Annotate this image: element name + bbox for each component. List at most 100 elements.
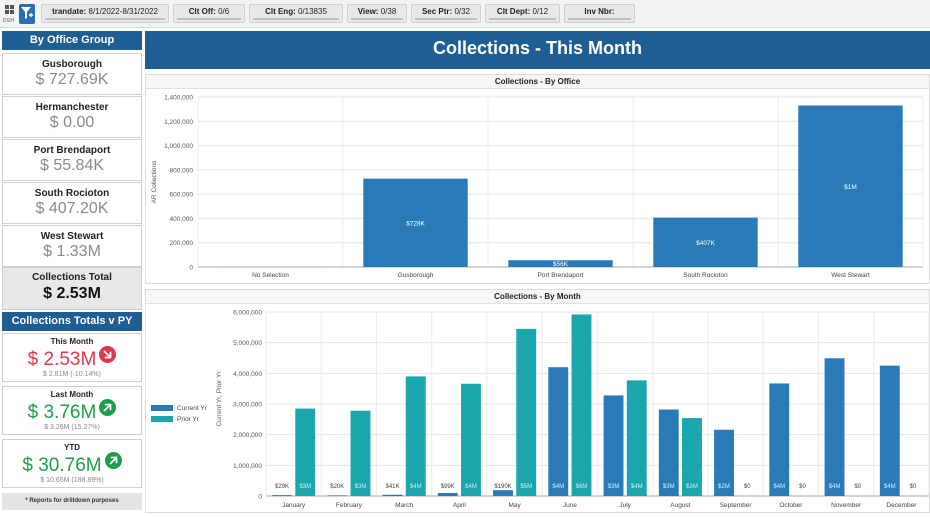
bar-data-label: $29K — [275, 484, 289, 490]
filter-chip-trandate[interactable]: trandate: 8/1/2022-8/31/2022 — [41, 4, 169, 23]
filter-chip-clt-eng[interactable]: Clt Eng: 0/13835 — [249, 4, 343, 23]
month-bar[interactable] — [824, 358, 845, 496]
office-card-south-rocioton[interactable]: South Rocioton $ 407.20K — [2, 182, 142, 224]
office-value: $ 727.69K — [35, 71, 109, 88]
office-name: West Stewart — [40, 231, 104, 242]
month-bar[interactable] — [382, 494, 403, 496]
month-bar[interactable] — [272, 495, 292, 496]
bar-data-label: $41K — [386, 484, 400, 490]
period-value: $ 30.76M — [22, 455, 102, 476]
filter-value: 0/38 — [380, 7, 397, 16]
filter-chip-clt-dept[interactable]: Clt Dept: 0/12 — [485, 4, 560, 23]
office-card-west-stewart[interactable]: West Stewart $ 1.33M — [2, 225, 142, 267]
drilldown-note: * Reports for drilldown purposes — [2, 493, 142, 510]
y-tick-label: 0 — [258, 494, 262, 501]
office-card-hermanchester[interactable]: Hermanchester $ 0.00 — [2, 96, 142, 138]
month-bar[interactable] — [548, 367, 569, 496]
y-tick-label: 0 — [189, 265, 193, 272]
bar-data-label: $4M — [465, 484, 477, 490]
filter-value: 0/13835 — [297, 7, 327, 16]
filter-label: Inv Nbr: — [584, 7, 615, 16]
office-bar[interactable] — [218, 266, 323, 267]
y-tick-label: 4,000,000 — [233, 371, 262, 378]
bar-data-label: $0 — [910, 484, 917, 490]
bar-data-label: $4M — [829, 484, 841, 490]
filter-value: 0/32 — [454, 7, 471, 16]
bar-data-label: $56K — [553, 261, 569, 268]
legend-swatch — [151, 416, 173, 422]
month-bar[interactable] — [493, 490, 513, 496]
x-tick-label: January — [282, 502, 306, 509]
totals-vs-py-header: Collections Totals v PY — [2, 312, 142, 331]
y-tick-label: 1,000,000 — [233, 463, 262, 470]
x-tick-label: Port Brendaport — [538, 272, 584, 279]
period-card-this-month[interactable]: This Month $ 2.53M $ 2.81M (-10.14%) — [2, 333, 142, 382]
period-card-ytd[interactable]: YTD $ 30.76M $ 10.65M (188.89%) — [2, 439, 142, 488]
period-card-last-month[interactable]: Last Month $ 3.76M $ 3.26M (15.27%) — [2, 386, 142, 435]
period-name: This Month — [50, 337, 94, 346]
y-tick-label: 5,000,000 — [233, 340, 262, 347]
filter-label: Sec Ptr: — [421, 7, 453, 16]
office-card-port-brendaport[interactable]: Port Brendaport $ 55.84K — [2, 139, 142, 181]
office-chart-panel: Collections - By Office 0 200,000 400,000 6… — [145, 74, 930, 284]
month-bar[interactable] — [603, 395, 624, 496]
y-tick-label: 200,000 — [170, 240, 194, 247]
legend-label: Prior Yr — [177, 416, 200, 423]
trend-down-icon — [99, 346, 117, 363]
filter-icon — [21, 7, 33, 19]
filter-label: Clt Eng: — [265, 7, 296, 16]
bar-data-label: $20K — [330, 484, 344, 490]
month-bar[interactable] — [295, 408, 316, 496]
month-bar[interactable] — [405, 376, 426, 496]
month-bar[interactable] — [461, 383, 481, 496]
office-group-header: By Office Group — [2, 31, 142, 50]
trend-up-icon — [99, 399, 117, 416]
total-label: Collections Total — [32, 272, 112, 283]
bar-data-label: $0 — [799, 484, 806, 490]
month-bar[interactable] — [571, 314, 592, 496]
x-tick-label: May — [508, 502, 521, 509]
office-value: $ 1.33M — [43, 243, 101, 260]
month-bar[interactable] — [516, 328, 537, 496]
office-value: $ 407.20K — [35, 200, 109, 217]
top-toolbar: DSH trandate: 8/1/2022-8/31/2022 Clt Off… — [0, 0, 930, 28]
month-bar[interactable] — [327, 495, 348, 496]
month-bar[interactable] — [626, 380, 647, 496]
y-tick-label: 6,000,000 — [233, 310, 262, 317]
bar-data-label: $4M — [631, 484, 643, 490]
y-tick-label: 400,000 — [170, 216, 194, 223]
dashboard-icon[interactable]: DSH — [3, 3, 17, 25]
office-card-gusborough[interactable]: Gusborough $ 727.69K — [2, 53, 142, 95]
filter-label: Clt Dept: — [496, 7, 531, 16]
y-tick-label: 3,000,000 — [233, 402, 262, 409]
x-tick-label: April — [453, 502, 467, 509]
month-chart-panel: Collections - By Month 0 1,000,000 2,000,0… — [145, 289, 930, 513]
bar-data-label: $2M — [718, 484, 730, 490]
page-title: Collections - This Month — [145, 31, 930, 69]
bar-data-label: $190K — [494, 484, 511, 490]
filter-chip-clt-off[interactable]: Clt Off: 0/6 — [173, 4, 245, 23]
bar-data-label: $0 — [744, 484, 751, 490]
filter-chip-inv-nbr[interactable]: Inv Nbr: — [564, 4, 635, 23]
bar-data-label: $4M — [552, 484, 564, 490]
office-value: $ 0.00 — [49, 114, 95, 131]
x-tick-label: August — [670, 502, 690, 509]
filter-chip-sec-ptr[interactable]: Sec Ptr: 0/32 — [411, 4, 481, 23]
filter-button[interactable] — [19, 4, 35, 24]
x-tick-label: July — [619, 502, 631, 509]
y-tick-label: 600,000 — [170, 192, 194, 199]
month-bar[interactable] — [769, 383, 790, 496]
office-name: Port Brendaport — [33, 145, 111, 156]
bar-data-label: $99K — [441, 484, 455, 490]
total-value: $ 2.53M — [43, 285, 101, 302]
filter-chip-view[interactable]: View: 0/38 — [347, 4, 407, 23]
bar-data-label: $1M — [844, 184, 857, 191]
office-value: $ 55.84K — [39, 157, 105, 174]
bar-data-label: $4M — [884, 484, 896, 490]
y-tick-label: 1,400,000 — [164, 95, 193, 102]
y-tick-label: 2,000,000 — [233, 432, 262, 439]
month-bar[interactable] — [437, 492, 458, 496]
dashboard-label: DSH — [3, 18, 15, 24]
month-bar[interactable] — [879, 365, 900, 496]
y-tick-label: 1,000,000 — [164, 143, 193, 150]
